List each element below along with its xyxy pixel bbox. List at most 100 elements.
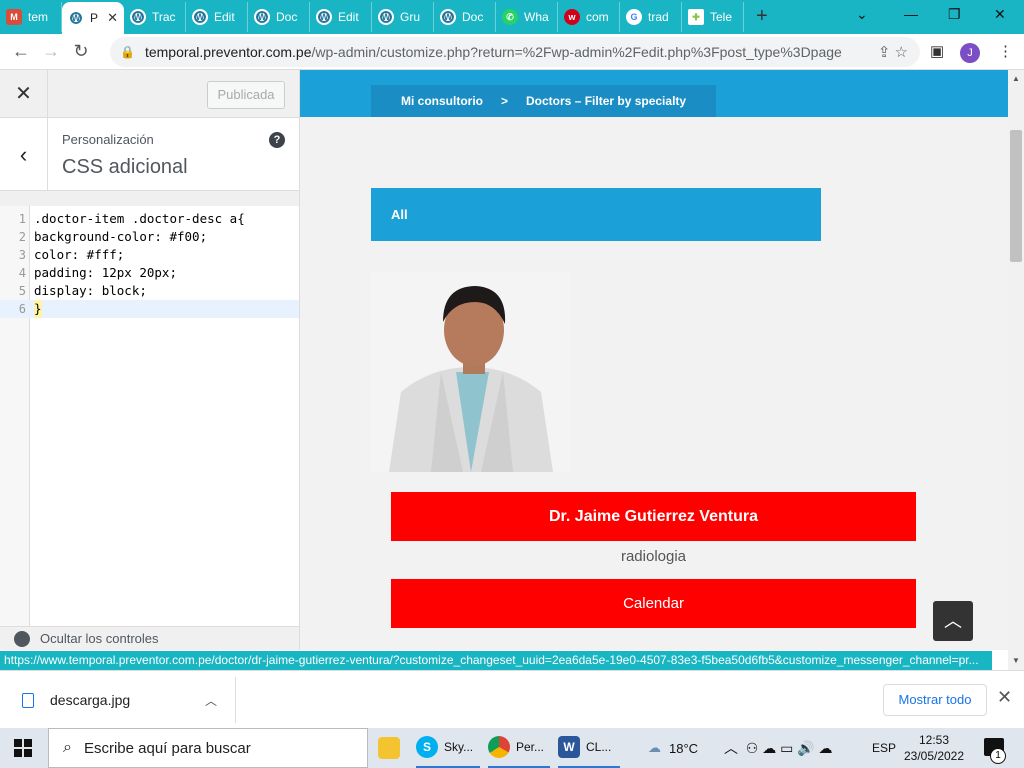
tab-9[interactable]: ✆ Wha (496, 2, 558, 32)
whatsapp-icon: ✆ (502, 9, 518, 25)
tab-11[interactable]: Gtrad (620, 2, 682, 32)
wordpress-icon: W (254, 9, 270, 25)
help-icon[interactable]: ? (269, 132, 285, 148)
breadcrumb-home-link[interactable]: Mi consultorio (401, 94, 483, 108)
tab-12[interactable]: ✚ Tele (682, 2, 744, 32)
doctor-photo[interactable] (371, 272, 571, 472)
google-icon: G (626, 9, 642, 25)
doctor-name-link[interactable]: Dr. Jaime Gutierrez Ventura (391, 492, 916, 541)
chevron-up-icon[interactable]: ︿ (724, 738, 738, 758)
code-line: 4 padding: 12px 20px; (18, 265, 177, 280)
tele-icon: ✚ (688, 9, 704, 25)
share-star-icons[interactable]: ⇪ ☆ (878, 43, 908, 61)
close-tab-icon[interactable]: ✕ (107, 10, 118, 26)
browser-toolbar: ← → ↻ 🔒 temporal.preventor.com.pe/wp-adm… (0, 34, 1024, 70)
code-line: 3 color: #fff; (18, 247, 125, 262)
hide-controls-button[interactable]: Ocultar los controles (0, 626, 299, 650)
tab-1[interactable]: Mtem (0, 2, 62, 32)
search-icon: ⌕ (63, 739, 72, 756)
breadcrumb: Personalización (62, 132, 154, 147)
wordpress-icon: W (130, 9, 146, 25)
lock-icon: 🔒 (120, 45, 135, 59)
scroll-down-icon[interactable]: ▼ (1012, 656, 1020, 665)
customizer-panel: ✕ Publicada ‹ Personalización CSS adicio… (0, 70, 300, 650)
tab-3[interactable]: W Trac (124, 2, 186, 32)
code-line: 1 .doctor-item .doctor-desc a{ (18, 211, 245, 226)
word-icon: W (558, 736, 580, 758)
weather-widget[interactable]: ☁ 18°C (648, 728, 698, 768)
download-item[interactable]: descarga.jpg ︿ (0, 677, 236, 723)
menu-kebab-icon[interactable]: ⋮ (998, 42, 1013, 60)
w-icon: w (564, 9, 580, 25)
tray-app-icons[interactable]: ⚇ ☁ ▭ 🔊 ☁ (746, 740, 833, 757)
chrome-icon (488, 736, 510, 758)
wordpress-icon: W (68, 10, 84, 26)
skype-icon: S (416, 736, 438, 758)
close-window-icon[interactable]: ✕ (994, 6, 1006, 23)
browser-tab-strip: Mtem W P ✕ W Trac W Edit W Doc W Edit W Gru W Do… (0, 0, 1024, 34)
preview-header-bar: Mi consultorio > Doctors – Filter by speci… (300, 70, 1008, 117)
windows-start-icon[interactable] (14, 739, 32, 757)
forward-arrow-icon[interactable]: → (36, 41, 66, 62)
tab-7[interactable]: W Gru (372, 2, 434, 32)
scroll-up-icon[interactable]: ▲ (1012, 74, 1020, 83)
chevron-up-icon[interactable]: ︿ (205, 692, 217, 709)
minimize-icon[interactable]: — (904, 6, 918, 22)
chrome-app[interactable]: Per... (488, 728, 550, 768)
tab-6[interactable]: W Edit (310, 2, 372, 32)
collapse-icon (14, 631, 30, 647)
language-indicator[interactable]: ESP (872, 728, 896, 768)
scroll-top-chevron-icon[interactable]: ︿ (933, 601, 973, 641)
close-icon[interactable]: ✕ (0, 70, 48, 118)
back-chevron-icon[interactable]: ‹ (0, 118, 48, 191)
status-url-bar: https://www.temporal.preventor.com.pe/do… (0, 651, 992, 670)
folder-icon (378, 737, 400, 759)
tab-active-customizer[interactable]: W P ✕ (62, 2, 124, 34)
code-line: 2 background-color: #f00; (18, 229, 208, 244)
notification-count-badge: 1 (990, 748, 1006, 764)
skype-app[interactable]: S Sky... (416, 728, 480, 768)
word-app[interactable]: W CL... (558, 728, 620, 768)
publish-button[interactable]: Publicada (207, 81, 285, 109)
tab-search-chevron-icon[interactable]: ⌄ (856, 6, 868, 23)
file-explorer-app[interactable] (378, 728, 406, 768)
page-title: CSS adicional (62, 156, 188, 178)
system-tray-icons[interactable]: ︿ ⚇ ☁ ▭ 🔊 ☁ (724, 728, 833, 768)
taskbar-search-input[interactable]: ⌕ Escribe aquí para buscar (48, 728, 368, 768)
breadcrumb-current: Doctors – Filter by specialty (526, 94, 687, 108)
wordpress-icon: W (440, 9, 456, 25)
customizer-header: ✕ Publicada (0, 70, 299, 118)
back-arrow-icon[interactable]: ← (6, 41, 36, 62)
code-line: 5 display: block; (18, 283, 147, 298)
tab-8[interactable]: W Doc (434, 2, 496, 32)
show-all-button[interactable]: Mostrar todo (883, 684, 987, 716)
wordpress-icon: W (192, 9, 208, 25)
section-header: ‹ Personalización CSS adicional ? (0, 118, 299, 191)
site-preview: Mi consultorio > Doctors – Filter by speci… (300, 70, 1008, 650)
breadcrumb: Mi consultorio > Doctors – Filter by speci… (371, 85, 716, 117)
restore-icon[interactable]: ❐ (948, 6, 961, 23)
new-tab-plus-icon[interactable]: + (756, 5, 768, 28)
code-line-current: 6} (0, 300, 299, 318)
sidebar-icon[interactable]: ▣ (930, 42, 944, 60)
tab-10[interactable]: w com (558, 2, 620, 32)
filter-all-tab[interactable]: All (371, 188, 821, 241)
windows-taskbar: ⌕ Escribe aquí para buscar S Sky... Per..… (0, 728, 1024, 768)
reload-icon[interactable]: ↻ (66, 41, 96, 62)
downloads-bar: descarga.jpg ︿ Mostrar todo ✕ (0, 670, 1024, 728)
tab-5[interactable]: W Doc (248, 2, 310, 32)
cloud-icon: ☁ (648, 740, 661, 755)
system-clock[interactable]: 12:53 23/05/2022 (902, 732, 966, 764)
doctor-specialty: radiologia (620, 548, 687, 565)
wordpress-icon: W (316, 9, 332, 25)
file-icon (22, 692, 34, 708)
scrollbar-thumb[interactable] (1010, 130, 1022, 262)
calendar-icon: M (6, 9, 22, 25)
calendar-button[interactable]: Calendar (391, 579, 916, 628)
close-icon[interactable]: ✕ (997, 687, 1012, 708)
tab-4[interactable]: W Edit (186, 2, 248, 32)
css-code-editor[interactable]: 1 .doctor-item .doctor-desc a{ 2 backgroun… (0, 206, 299, 626)
preview-scrollbar[interactable]: ▲ ▼ (1008, 70, 1024, 670)
avatar[interactable]: J (960, 43, 980, 63)
address-bar[interactable]: 🔒 temporal.preventor.com.pe/wp-admin/cus… (110, 37, 920, 67)
